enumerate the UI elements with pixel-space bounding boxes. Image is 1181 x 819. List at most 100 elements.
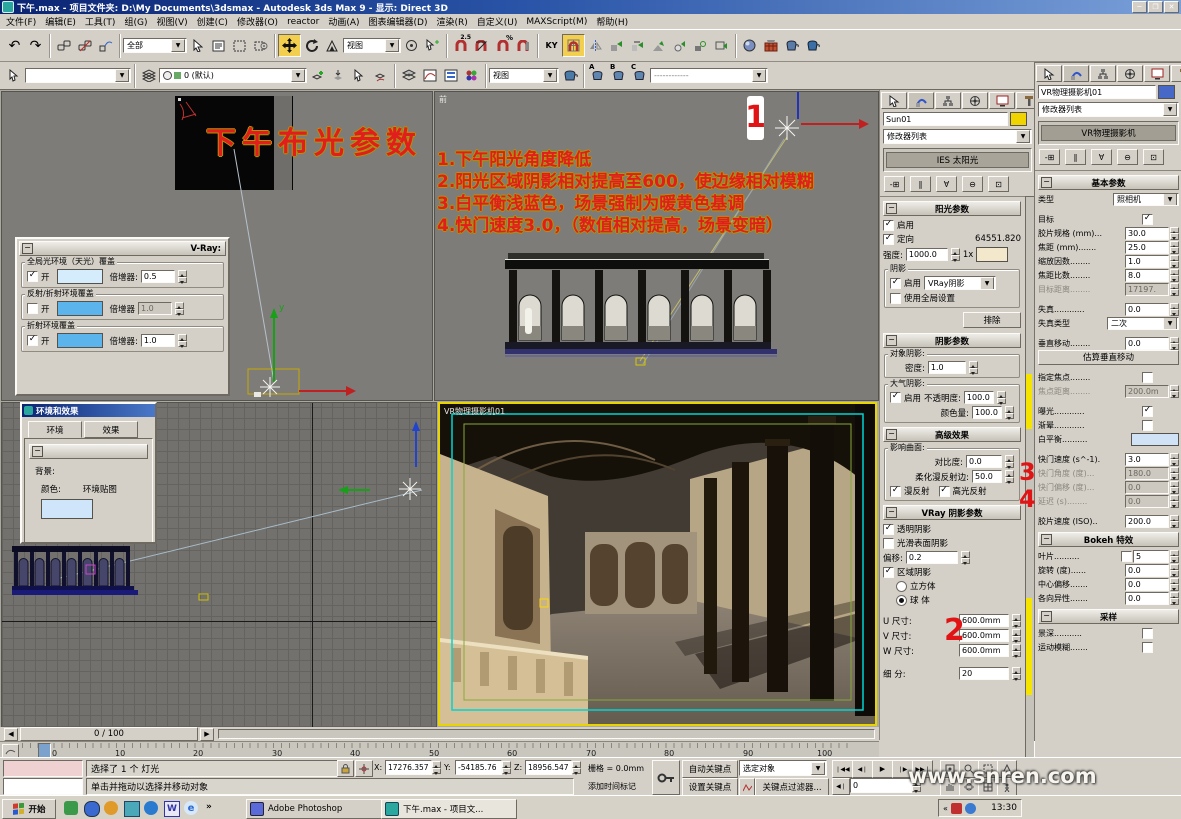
common-params-rollout[interactable]: − (29, 444, 148, 459)
specify-focus-checkbox[interactable] (1142, 372, 1153, 383)
diffuse-checkbox[interactable]: ✓ (890, 486, 901, 497)
dof-checkbox[interactable] (1142, 628, 1153, 639)
subdivs-field[interactable]: 20 (959, 667, 1009, 680)
pin-stack-icon[interactable]: -⊞ (1039, 149, 1060, 165)
spinner[interactable] (1170, 227, 1179, 240)
exclude-button[interactable]: 排除 (963, 312, 1021, 328)
refl-on-checkbox[interactable] (27, 303, 38, 314)
z-coord-field[interactable]: 18956.547 (525, 760, 572, 775)
refl-color-swatch[interactable] (57, 301, 103, 316)
time-slider-left-arrow[interactable]: ◀ (4, 728, 18, 741)
unlink-icon[interactable] (74, 35, 95, 56)
refr-on-checkbox[interactable]: ✓ (27, 335, 38, 346)
quick-render-icon[interactable] (802, 35, 823, 56)
key-filters-button[interactable]: 关键点过滤器... (755, 778, 829, 796)
menu-maxscript[interactable]: MAXScript(M) (526, 17, 587, 27)
restore-button[interactable]: ❐ (1148, 1, 1163, 13)
collapse-icon[interactable]: − (1041, 611, 1052, 622)
chevron-down-icon[interactable]: ▼ (980, 277, 994, 290)
render-setup-icon[interactable] (760, 35, 781, 56)
redo-icon[interactable]: ↷ (25, 35, 46, 56)
configure-modifier-sets-icon[interactable]: ⊡ (988, 176, 1009, 192)
intensity-field[interactable]: 1000.0 (906, 248, 948, 261)
spinner[interactable] (1012, 629, 1021, 642)
gi-multiplier-field[interactable]: 0.5 (141, 270, 175, 283)
select-object-icon[interactable] (187, 35, 208, 56)
select-and-manipulate-icon[interactable] (422, 35, 443, 56)
basic-params-rollout[interactable]: −基本参数 (1038, 175, 1179, 190)
camera-type-dropdown[interactable]: 照相机▼ (1113, 193, 1179, 206)
quicklaunch-pencil-icon[interactable] (64, 801, 78, 815)
spinner[interactable] (1170, 303, 1179, 316)
menu-customize[interactable]: 自定义(U) (477, 15, 518, 28)
prev-key-icon[interactable]: ◀❘ (832, 778, 850, 795)
quicklaunch-ie-icon[interactable]: e (184, 801, 198, 815)
time-slider[interactable]: 0 / 100 (20, 727, 198, 741)
targeted-checkbox[interactable]: ✓ (883, 234, 894, 245)
frame-marker[interactable] (38, 743, 51, 758)
set-current-layer-icon[interactable] (370, 65, 391, 86)
tray-chevron-icon[interactable]: « (943, 804, 948, 813)
crossing-region-icon[interactable] (250, 35, 271, 56)
menu-reactor[interactable]: reactor (287, 17, 319, 27)
chevron-down-icon[interactable]: ▼ (543, 69, 557, 82)
usize-field[interactable]: 600.0mm (959, 614, 1009, 627)
vignetting-checkbox[interactable] (1142, 420, 1153, 431)
snap-toggle-icon[interactable] (562, 34, 585, 57)
spinner[interactable] (432, 761, 441, 774)
rotation-field[interactable]: 0.0 (1125, 564, 1169, 577)
atmo-enable-checkbox[interactable]: ✓ (890, 392, 901, 403)
y-coord-field[interactable]: -54185.76 (455, 760, 502, 775)
bind-spacewarp-icon[interactable] (95, 35, 116, 56)
undo-icon[interactable]: ↶ (4, 35, 25, 56)
opacity-field[interactable]: 100.0 (964, 391, 994, 404)
key-mode-dropdown[interactable]: 选定对象▼ (739, 760, 827, 776)
transparent-shadows-checkbox[interactable]: ✓ (883, 524, 894, 535)
refr-multiplier-field[interactable]: 1.0 (141, 334, 175, 347)
shadow-type-dropdown[interactable]: VRay阴影▼ (924, 276, 996, 290)
render-teapot-icon[interactable] (559, 65, 580, 86)
named-selection-icon[interactable] (4, 65, 25, 86)
vsize-field[interactable]: 600.0mm (959, 629, 1009, 642)
rectangular-region-icon[interactable] (229, 35, 250, 56)
modifier-stack-item[interactable]: VR物理摄影机 (1041, 125, 1176, 141)
pin-stack-icon[interactable]: -⊞ (884, 176, 905, 192)
taskbar-max-button[interactable]: 下午.max - 项目文... (381, 799, 517, 819)
object-color-swatch[interactable] (1010, 112, 1027, 126)
spinner[interactable] (1170, 337, 1179, 350)
advanced-effects-rollout[interactable]: −高级效果 (883, 427, 1021, 442)
exposure-checkbox[interactable]: ✓ (1142, 406, 1153, 417)
menu-file[interactable]: 文件(F) (6, 15, 36, 28)
motion-blur-checkbox[interactable] (1142, 642, 1153, 653)
tab-motion-icon[interactable] (1117, 65, 1143, 82)
tab-modify-icon[interactable] (1063, 65, 1089, 82)
object-name-field[interactable]: VR物理摄影机01 (1038, 85, 1156, 99)
keyboard-override-icon[interactable]: KY (541, 35, 562, 56)
color-amount-field[interactable]: 100.0 (972, 406, 1002, 419)
tray-app-icon-2[interactable] (965, 803, 976, 814)
close-button[interactable]: ✕ (1164, 1, 1179, 13)
collapse-icon[interactable]: − (886, 429, 897, 440)
anisotropy-field[interactable]: 0.0 (1125, 592, 1169, 605)
material-editor-icon[interactable] (739, 35, 760, 56)
vertical-shift-field[interactable]: 0.0 (1125, 337, 1169, 350)
menu-help[interactable]: 帮助(H) (596, 15, 628, 28)
spinner[interactable] (1012, 614, 1021, 627)
spinner[interactable] (178, 270, 187, 283)
tab-create-icon[interactable] (1036, 65, 1062, 82)
zoom-factor-field[interactable]: 1.0 (1125, 255, 1169, 268)
chevron-down-icon[interactable]: ▼ (171, 39, 185, 52)
angle-snap-icon[interactable] (471, 35, 492, 56)
collapse-icon[interactable]: − (1041, 534, 1052, 545)
guess-vertical-button[interactable]: 估算垂直移动 (1038, 350, 1179, 365)
auto-key-button[interactable]: 自动关键点 (682, 760, 738, 778)
spinner[interactable] (1170, 550, 1179, 563)
modifier-stack-item[interactable]: IES 太阳光 (886, 152, 1029, 168)
collapse-icon[interactable]: − (22, 243, 33, 254)
prev-frame-icon[interactable]: ◀❘ (852, 760, 873, 778)
film-gate-field[interactable]: 30.0 (1125, 227, 1169, 240)
spinner[interactable] (1170, 255, 1179, 268)
menu-rendering[interactable]: 渲染(R) (436, 15, 467, 28)
menu-edit[interactable]: 编辑(E) (45, 15, 76, 28)
quicklaunch-more-chevron[interactable]: » (206, 802, 212, 812)
